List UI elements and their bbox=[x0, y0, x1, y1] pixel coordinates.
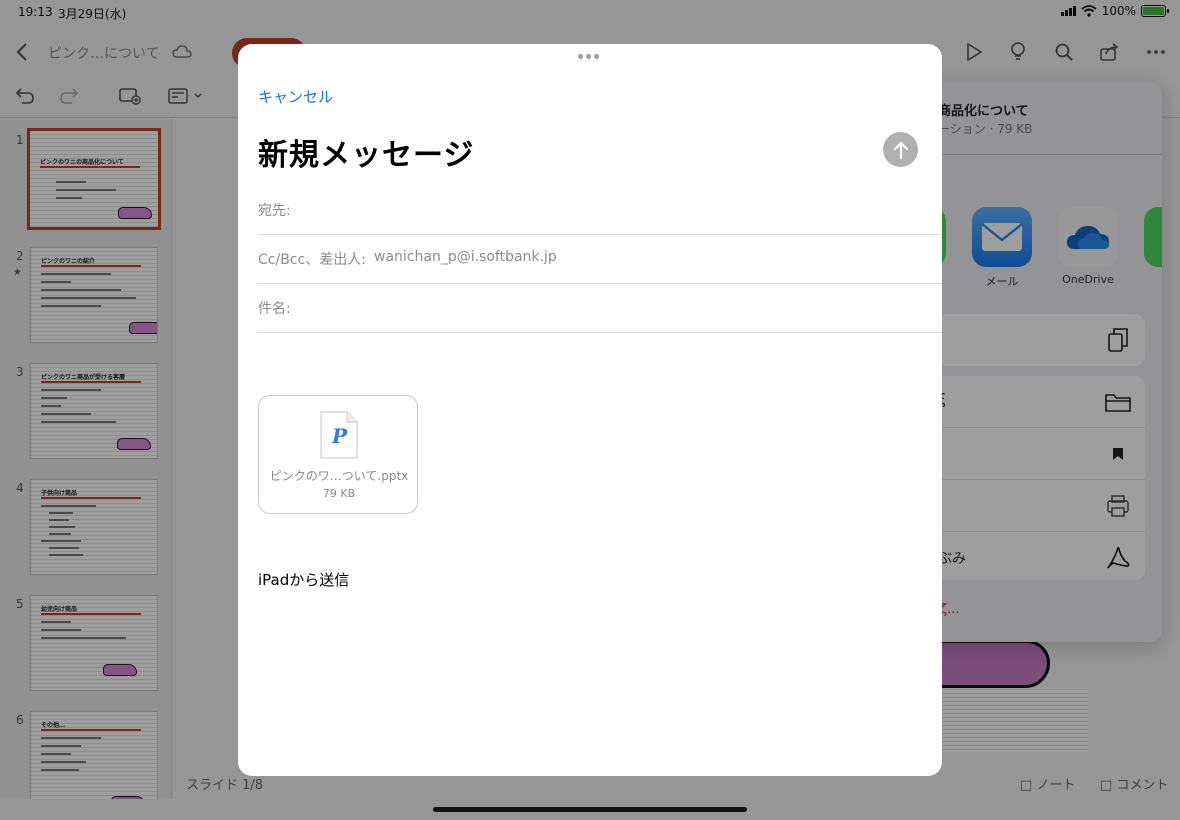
cancel-button[interactable]: キャンセル bbox=[258, 86, 333, 107]
powerpoint-file-icon: P bbox=[320, 411, 358, 459]
arrow-up-icon bbox=[893, 140, 908, 159]
to-label: 宛先: bbox=[258, 203, 291, 219]
attachment-card[interactable]: P ピンクのワ…ついて.pptx 79 KB bbox=[258, 395, 418, 514]
cc-bcc-from-field[interactable]: Cc/Bcc、差出人: wanichan_p@i.softbank.jp bbox=[258, 235, 942, 284]
subject-label: 件名: bbox=[258, 301, 291, 317]
sheet-grabber-icon[interactable] bbox=[578, 54, 599, 59]
new-message-sheet: キャンセル 新規メッセージ 宛先: Cc/Bcc、差出人: wanichan_p… bbox=[238, 44, 942, 776]
attachment-size: 79 KB bbox=[322, 487, 356, 500]
home-indicator[interactable] bbox=[433, 807, 747, 812]
cc-bcc-from-label: Cc/Bcc、差出人: bbox=[258, 252, 366, 268]
attachment-name: ピンクのワ…ついて.pptx bbox=[269, 469, 409, 483]
page-title: 新規メッセージ bbox=[258, 138, 475, 173]
to-field[interactable]: 宛先: bbox=[258, 186, 942, 235]
svg-text:P: P bbox=[331, 424, 348, 448]
send-button[interactable] bbox=[883, 132, 918, 167]
from-address: wanichan_p@i.softbank.jp bbox=[374, 249, 557, 265]
email-signature[interactable]: iPadから送信 bbox=[258, 569, 349, 590]
subject-field[interactable]: 件名: bbox=[258, 284, 942, 333]
